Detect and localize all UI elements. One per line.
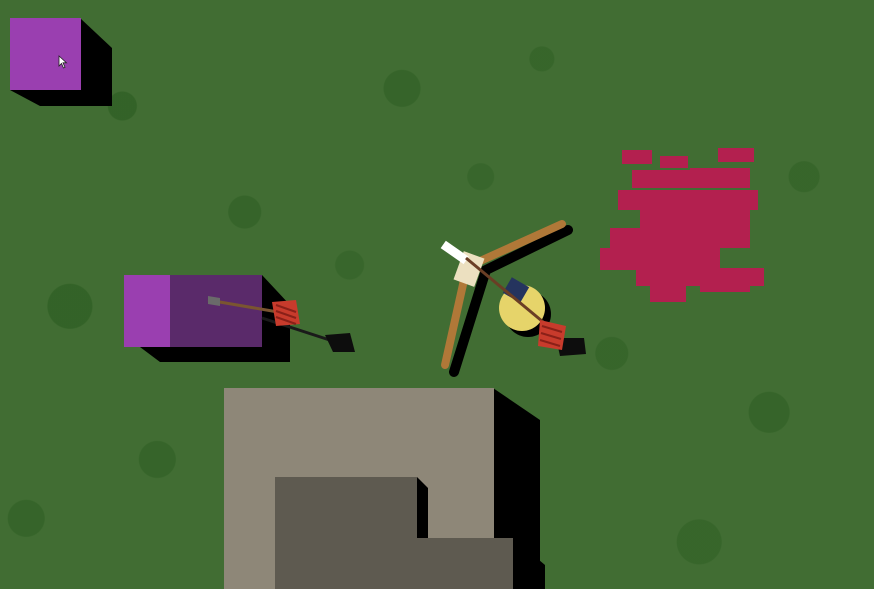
arrow-nocked-fletching bbox=[538, 320, 566, 350]
crate-mid-left-top bbox=[170, 275, 262, 347]
stone-block[interactable] bbox=[224, 388, 545, 589]
game-scene[interactable] bbox=[0, 0, 874, 589]
stone-block-inner bbox=[275, 477, 417, 589]
arrow-stuck-fletching bbox=[272, 300, 300, 326]
crate-mid-left-side bbox=[124, 275, 170, 347]
stone-block-inner-step bbox=[417, 538, 513, 589]
scene-svg bbox=[10, 18, 764, 589]
arrow-stuck-shadow-fletching bbox=[325, 333, 355, 352]
arrow-nocked bbox=[465, 256, 586, 356]
crate-top-left-face bbox=[10, 18, 81, 90]
blood-splatter bbox=[600, 148, 764, 302]
mouse-cursor-icon bbox=[58, 55, 68, 69]
